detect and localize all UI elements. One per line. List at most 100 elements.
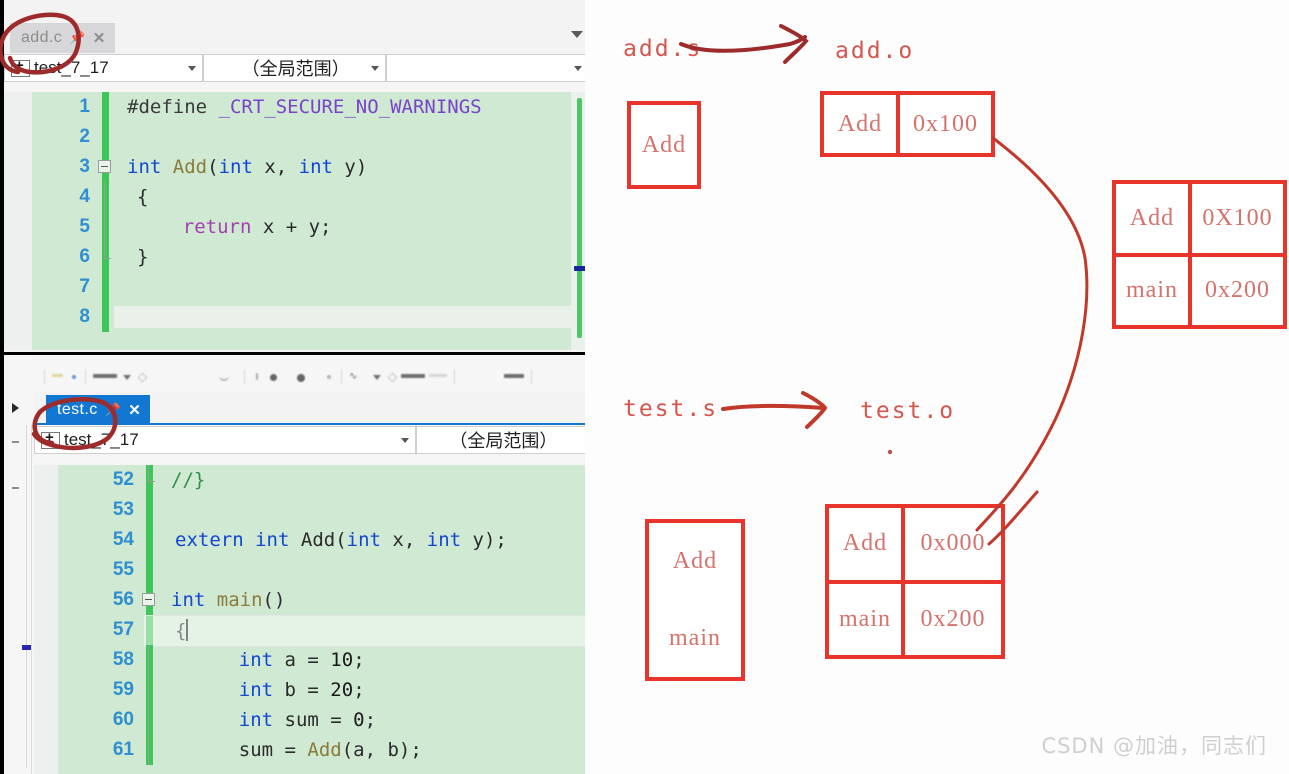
fold-guide-line: [148, 675, 149, 705]
editor-toolbar[interactable]: ∿: [34, 363, 589, 389]
test-o-row-1-symbol: main: [839, 605, 891, 632]
fold-guide-line: [104, 212, 105, 242]
code-line[interactable]: 61 sum = Add(a, b);: [34, 735, 589, 765]
code-line[interactable]: 3 int Add(int x, int y): [4, 152, 589, 182]
toolbar-icon[interactable]: [322, 369, 335, 383]
editor-panel-test-c: ∿ test.c 📌 ✕ test_7_17: [0, 355, 589, 774]
line-number: 53: [112, 499, 134, 520]
toolbar-icon[interactable]: [428, 369, 448, 383]
line-number: 3: [79, 156, 90, 177]
code-line[interactable]: 53: [34, 495, 589, 525]
tab-test-c-label: test.c: [57, 401, 98, 418]
pin-icon[interactable]: 📌: [69, 30, 86, 46]
code-token: {: [137, 186, 149, 208]
tab-test-c[interactable]: test.c 📌 ✕: [46, 395, 151, 425]
code-token: int: [238, 679, 274, 701]
toolbar-icon[interactable]: [293, 369, 306, 383]
code-token: extern: [175, 529, 244, 551]
code-line[interactable]: 8: [4, 302, 589, 332]
line-number: 58: [112, 649, 134, 670]
code-token: int: [127, 156, 162, 178]
toolbar-icon[interactable]: [218, 369, 238, 383]
chevron-down-icon[interactable]: [571, 31, 583, 38]
toolbar-icon[interactable]: [92, 369, 118, 383]
code-line[interactable]: 54 extern int Add(int x, int y);: [34, 525, 589, 555]
code-line[interactable]: 1 #define _CRT_SECURE_NO_WARNINGS: [4, 92, 589, 122]
chevron-down-small-icon[interactable]: [400, 438, 409, 443]
change-bar: [146, 525, 153, 555]
scope-selector-top[interactable]: （全局范围）: [202, 54, 387, 82]
code-token: int: [218, 156, 253, 178]
project-node-icon: [41, 429, 60, 449]
code-line[interactable]: 60 int sum = 0;: [34, 705, 589, 735]
chevron-down-small-icon[interactable]: [371, 66, 380, 71]
empty-line-field: [114, 306, 577, 328]
line-number: 59: [112, 679, 134, 700]
code-line[interactable]: 5 return x + y;: [4, 212, 589, 242]
code-token: int: [255, 529, 290, 551]
toolbar-icon[interactable]: [66, 369, 79, 383]
fold-guide-end: [148, 465, 155, 482]
pin-icon[interactable]: 📌: [105, 402, 122, 418]
code-line[interactable]: 2: [4, 122, 589, 152]
label-test-s: test.s: [623, 396, 719, 422]
code-token: ;: [364, 709, 377, 731]
tab-add-c[interactable]: add.c 📌 ✕: [10, 23, 115, 53]
close-icon[interactable]: ✕: [128, 401, 141, 419]
line-number: 52: [112, 469, 134, 490]
fold-collapse-icon[interactable]: [98, 160, 111, 173]
code-token: Add: [172, 156, 208, 178]
csdn-watermark: CSDN @加油，同志们: [1041, 734, 1267, 758]
active-tab-underline: [34, 423, 589, 425]
toolbar-icon[interactable]: [251, 369, 264, 383]
hand-drawn-diagram: add.s add.o test.s test.o Add Add 0x100 …: [585, 0, 1289, 774]
toolbar-icon[interactable]: [135, 369, 148, 383]
dock-marker: [22, 645, 31, 650]
toolbar-dropdown-icon[interactable]: [370, 369, 383, 383]
code-line[interactable]: 4{: [4, 182, 589, 212]
toolbar-icon[interactable]: [51, 369, 64, 383]
code-line[interactable]: 58 int a = 10;: [34, 645, 589, 675]
nav-bar-bottom: test_7_17 （全局范围）: [34, 426, 589, 454]
label-add-o: add.o: [835, 38, 915, 64]
toolbar-icon[interactable]: [503, 369, 525, 383]
overview-track[interactable]: [577, 98, 582, 338]
toolbar-icon[interactable]: [385, 369, 398, 383]
close-icon[interactable]: ✕: [93, 29, 106, 47]
scope-selector-bottom[interactable]: （全局范围）: [415, 426, 589, 454]
toolbar-icon[interactable]: [266, 369, 279, 383]
code-line[interactable]: 55: [34, 555, 589, 585]
code-text: int Add(int x, int y): [109, 156, 367, 178]
code-line[interactable]: 52 //}: [34, 465, 589, 495]
code-token: 10: [330, 649, 354, 671]
fold-collapse-icon[interactable]: [142, 593, 155, 606]
link-row-0-symbol: Add: [1129, 204, 1175, 231]
code-token: Add: [300, 529, 336, 551]
code-line[interactable]: 7: [4, 272, 589, 302]
toolbar-icon[interactable]: ∿: [348, 369, 368, 383]
project-selector-top[interactable]: test_7_17: [4, 54, 203, 82]
dock-expand-arrow-icon[interactable]: [12, 403, 19, 413]
link-row-1-address: 0x200: [1188, 256, 1283, 325]
code-area-test-c[interactable]: 52//} 53 54 extern int Add(int x, int y); 55…: [34, 465, 589, 774]
member-selector-top[interactable]: [386, 54, 589, 82]
project-selector-top-value: test_7_17: [34, 58, 109, 77]
code-token: a =: [273, 649, 331, 671]
label-test-o: test.o: [860, 398, 956, 424]
code-line[interactable]: 57{: [34, 615, 589, 647]
toolbar-icon[interactable]: [400, 369, 426, 383]
code-line[interactable]: 6}: [4, 242, 589, 272]
project-selector-bottom[interactable]: test_7_17: [34, 426, 416, 454]
code-line[interactable]: 56 int main(): [34, 585, 589, 615]
test-o-row-1-address: 0x200: [901, 583, 1001, 655]
add-o-symbol-table: Add 0x100: [820, 91, 995, 157]
toolbar-dropdown-icon[interactable]: [120, 369, 133, 383]
code-line[interactable]: 59 int b = 20;: [34, 675, 589, 705]
chevron-down-small-icon[interactable]: [574, 66, 582, 71]
code-area-add-c[interactable]: 1 #define _CRT_SECURE_NO_WARNINGS 2 3 int Ad…: [4, 92, 589, 350]
code-token: ;: [353, 649, 365, 671]
chevron-down-small-icon[interactable]: [187, 66, 196, 71]
